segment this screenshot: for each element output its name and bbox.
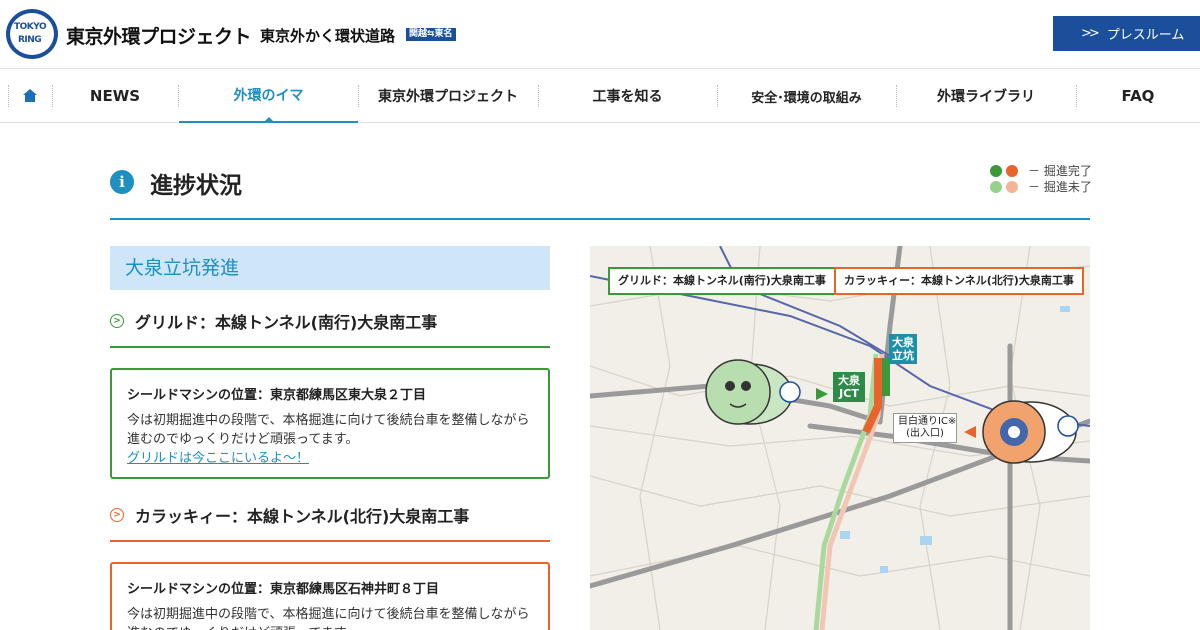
nav-faq[interactable]: FAQ xyxy=(1076,69,1200,123)
legend-label: － 掘進完了 xyxy=(1028,164,1092,178)
logo-text-tokyo: TOKYO xyxy=(14,22,47,32)
machine-info-box: シールドマシンの位置：東京都練馬区石神井町８丁目 今は初期掘進中の段階で、本格掘… xyxy=(110,562,550,630)
subsection-title: 大泉立坑発進 xyxy=(110,246,550,290)
machine-heading-text: カラッキィー：本線トンネル(北行)大泉南工事 xyxy=(135,507,470,526)
griled-machine-icon xyxy=(705,359,801,425)
map-label-griled: グリルド：本線トンネル(南行)大泉南工事 xyxy=(608,267,836,295)
nav-construction[interactable]: 工事を知る xyxy=(538,69,717,123)
tokyo-ring-logo[interactable]: TOKYO RING xyxy=(6,9,58,59)
page-title: 進捗状況 xyxy=(150,173,242,199)
machine-description: 今は初期掘進中の段階で、本格掘進に向けて後続台車を整備しながら進むのでゆっくりだ… xyxy=(127,607,530,630)
map-label-karakky: カラッキィー：本線トンネル(北行)大泉南工事 xyxy=(834,267,1084,295)
site-subtitle: 東京外かく環状道路 xyxy=(260,27,396,45)
legend-label: － 掘進未了 xyxy=(1028,180,1092,194)
machine-info-box: シールドマシンの位置：東京都練馬区東大泉２丁目 今は初期掘進中の段階で、本格掘進… xyxy=(110,368,550,479)
site-header: TOKYO RING 東京外環プロジェクト 東京外かく環状道路 関越⇆東名 >>… xyxy=(0,0,1200,68)
chevron-circle-icon: > xyxy=(110,314,124,328)
global-nav: NEWS 外環のイマ 東京外環プロジェクト 工事を知る 安全･環境の取組み 外環… xyxy=(0,68,1200,123)
chevron-circle-icon: > xyxy=(110,508,124,522)
nav-library[interactable]: 外環ライブラリ xyxy=(896,69,1076,123)
nav-news[interactable]: NEWS xyxy=(52,69,178,123)
oizumi-jct-tag: 大泉 JCT xyxy=(833,372,865,402)
site-title[interactable]: 東京外環プロジェクト xyxy=(66,22,252,49)
machine-location-link[interactable]: グリルドは今ここにいるよ～！ xyxy=(127,449,533,469)
double-chevron-right-icon: >> xyxy=(1081,26,1100,41)
machine-location: シールドマシンの位置：東京都練馬区東大泉２丁目 xyxy=(127,388,427,403)
mejiro-ic-label: 目白通りIC※ (出入口) xyxy=(893,413,957,443)
orange-dot-icon xyxy=(1006,164,1018,177)
heading-underline xyxy=(110,346,550,348)
machine-heading-karakky: > カラッキィー：本線トンネル(北行)大泉南工事 xyxy=(110,500,550,536)
route-badge: 関越⇆東名 xyxy=(406,28,456,41)
nav-project[interactable]: 東京外環プロジェクト xyxy=(358,69,538,123)
machine-heading-text: グリルド：本線トンネル(南行)大泉南工事 xyxy=(135,313,438,332)
map-roads xyxy=(590,246,1090,630)
press-room-label: プレスルーム xyxy=(1106,28,1185,43)
machine-location: シールドマシンの位置：東京都練馬区石神井町８丁目 xyxy=(127,582,440,597)
home-icon xyxy=(23,89,37,103)
heading-underline xyxy=(110,540,550,542)
nav-home[interactable] xyxy=(8,69,52,123)
progress-legend: － 掘進完了 － 掘進未了 xyxy=(990,163,1092,195)
logo-text-ring: RING xyxy=(18,35,42,45)
nav-safety-environment[interactable]: 安全･環境の取組み xyxy=(717,69,896,123)
machine-heading-griled: > グリルド：本線トンネル(南行)大泉南工事 xyxy=(110,306,550,342)
legend-item-complete: － 掘進完了 xyxy=(990,163,1092,178)
section-divider xyxy=(110,218,1090,220)
nav-divider xyxy=(8,85,9,107)
machine-description: 今は初期掘進中の段階で、本格掘進に向けて後続台車を整備しながら進むのでゆっくりだ… xyxy=(127,413,530,447)
info-icon: i xyxy=(110,170,134,194)
legend-item-incomplete: － 掘進未了 xyxy=(990,179,1092,194)
press-room-button[interactable]: >> プレスルーム xyxy=(1053,16,1200,51)
light-orange-dot-icon xyxy=(1006,180,1018,193)
nav-gaikan-now[interactable]: 外環のイマ xyxy=(179,69,358,123)
karakky-machine-icon xyxy=(982,400,1079,464)
progress-map[interactable]: グリルド：本線トンネル(南行)大泉南工事 カラッキィー：本線トンネル(北行)大泉… xyxy=(590,246,1090,630)
oizumi-shaft-tag: 大泉 立坑 xyxy=(889,334,917,364)
light-green-dot-icon xyxy=(990,180,1002,193)
green-dot-icon xyxy=(990,164,1002,177)
